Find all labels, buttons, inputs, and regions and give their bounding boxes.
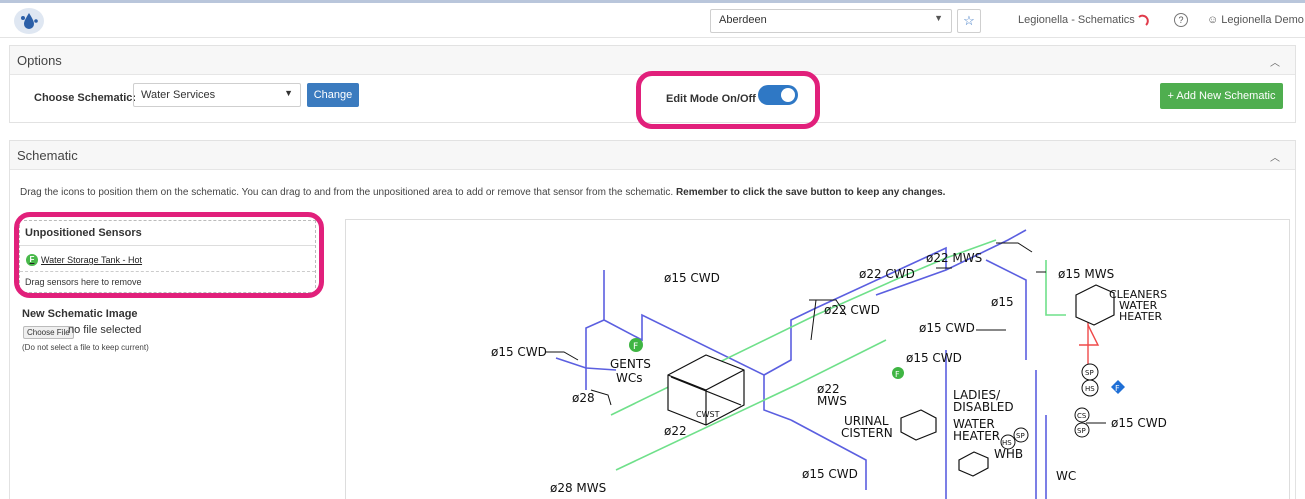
sensor-badge-label: F	[633, 342, 638, 352]
new-image-title: New Schematic Image	[22, 308, 138, 320]
tag-label: SP	[1077, 427, 1086, 435]
help-icon[interactable]: ?	[1174, 13, 1188, 27]
pipe-label: ø22 CWD	[859, 267, 915, 281]
pipe-label: ø15 CWD	[1111, 416, 1167, 430]
equipment-label: WC	[1056, 469, 1076, 483]
add-new-schematic-button[interactable]: + Add New Schematic	[1160, 83, 1283, 109]
tag-label: SP	[1016, 432, 1025, 440]
unpositioned-highlight	[14, 212, 324, 298]
change-button[interactable]: Change	[307, 83, 359, 107]
pipe-label: ø28 MWS	[550, 481, 606, 495]
pipe-label: ø15 CWD	[491, 345, 547, 359]
site-select-value: Aberdeen	[719, 14, 767, 26]
equipment-label: HEATER	[953, 429, 1000, 443]
schematic-header[interactable]: Schematic ︿	[10, 141, 1295, 170]
pipe-label: ø22 CWD	[824, 303, 880, 317]
pipe-label: ø15 CWD	[664, 271, 720, 285]
pipe-label: ø15 CWD	[802, 467, 858, 481]
keep-current-hint: (Do not select a file to keep current)	[22, 343, 149, 352]
choose-schematic-label: Choose Schematic:	[34, 92, 137, 104]
tag-label: HS	[1002, 439, 1012, 447]
site-select[interactable]: Aberdeen ▼	[710, 9, 952, 33]
tag-label: SP	[1085, 369, 1094, 377]
caret-down-icon: ▼	[284, 88, 293, 98]
tag-label: HS	[1085, 385, 1095, 393]
user-name: Legionella Demo	[1221, 14, 1304, 26]
equipment-label: WHB	[994, 447, 1023, 461]
schematic-panel: Schematic ︿ Drag the icons to position t…	[9, 140, 1296, 499]
equipment-label: DISABLED	[953, 400, 1014, 414]
pipe-label: MWS	[817, 394, 847, 408]
star-icon: ☆	[963, 13, 975, 28]
top-bar: Aberdeen ▼ ☆ Legionella - Schematics ? ☺…	[0, 0, 1305, 38]
tag-label: CS	[1077, 412, 1087, 420]
breadcrumb[interactable]: Legionella - Schematics	[1018, 14, 1135, 26]
no-file-text: no file selected	[68, 324, 142, 336]
equipment-label: GENTS	[610, 357, 651, 371]
water-drop-logo-icon[interactable]	[14, 8, 44, 34]
schematic-select-value: Water Services	[141, 89, 216, 101]
edit-mode-highlight	[636, 71, 820, 129]
favourite-star-button[interactable]: ☆	[957, 9, 981, 33]
schematic-title: Schematic	[17, 148, 78, 163]
user-menu[interactable]: ☺ Legionella Demo	[1207, 14, 1304, 26]
equipment-label: HEATER	[1119, 310, 1163, 323]
loading-spinner-icon	[1138, 14, 1149, 26]
equipment-label: CWST	[696, 410, 720, 419]
schematic-drawing[interactable]: F F F SP HS CS SP HS SP ø15 CWD ø22 MWS …	[345, 219, 1290, 499]
chevron-up-icon[interactable]: ︿	[1270, 54, 1280, 69]
choose-file-button[interactable]: Choose File	[23, 326, 74, 339]
urinal-cistern	[900, 409, 937, 441]
instructions-bold: Remember to click the save button to kee…	[675, 187, 946, 198]
pipe-label: ø22 MWS	[926, 251, 982, 265]
options-title: Options	[17, 53, 62, 68]
top-edge	[0, 0, 1305, 3]
sensor-badge-label: F	[895, 370, 900, 379]
equipment-label: WCs	[616, 371, 643, 385]
instructions-text: Drag the icons to position them on the s…	[20, 187, 945, 198]
chevron-up-icon[interactable]: ︿	[1270, 149, 1280, 164]
pipe-label: ø15 CWD	[906, 351, 962, 365]
pipe-label: ø28	[572, 391, 595, 405]
caret-down-icon: ▼	[934, 13, 943, 23]
pipe-label: ø15 MWS	[1058, 267, 1114, 281]
schematic-select[interactable]: Water Services ▼	[133, 83, 301, 107]
pipe-label: ø15	[991, 295, 1014, 309]
whb-unit	[958, 451, 989, 477]
sensor-badge-label: F	[1115, 384, 1120, 393]
equipment-label: CISTERN	[841, 426, 893, 440]
pipe-label: ø15 CWD	[919, 321, 975, 335]
instructions-main: Drag the icons to position them on the s…	[20, 187, 674, 198]
pipe-label: ø22	[664, 424, 687, 438]
user-icon: ☺	[1207, 14, 1222, 26]
drawing-text: ø15 CWD ø22 MWS ø22 CWD ø15 MWS ø15 CLEA…	[491, 251, 1167, 495]
